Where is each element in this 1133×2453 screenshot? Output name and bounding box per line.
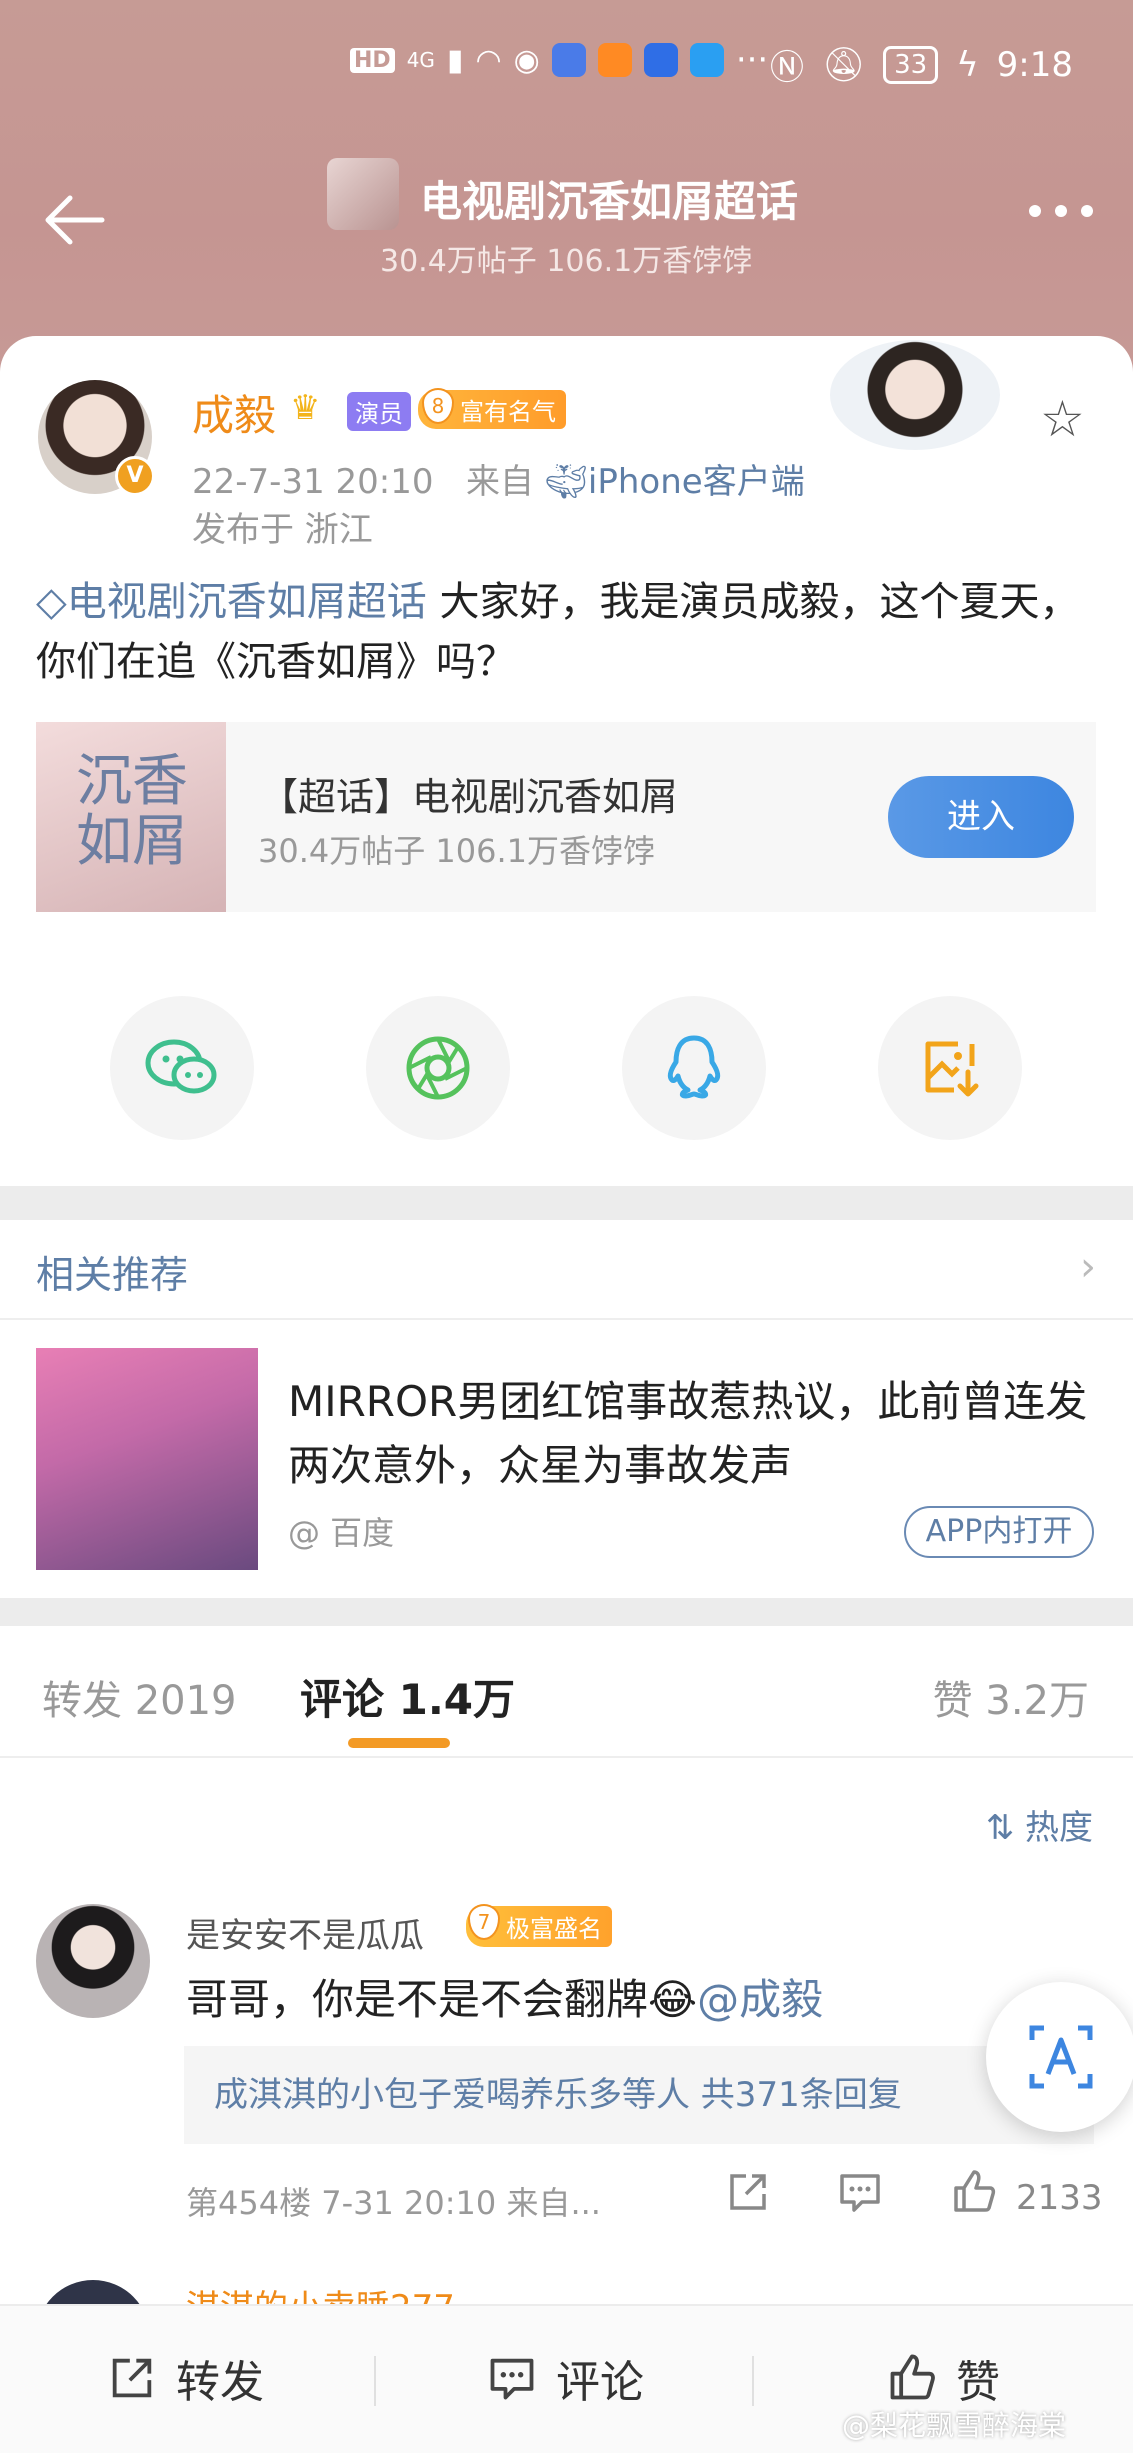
more-status-icon: ··· (735, 40, 769, 80)
like-icon[interactable] (950, 2168, 998, 2216)
back-arrow-icon[interactable] (40, 190, 110, 250)
like-label: 赞 (956, 2357, 1000, 2408)
embed-stats: 30.4万帖子 106.1万香饽饽 (258, 832, 656, 870)
wifi-icon: ◠ (475, 42, 502, 78)
divider (0, 1318, 1133, 1320)
translate-icon (1029, 2025, 1093, 2089)
share-qq-button[interactable] (622, 996, 766, 1140)
topic-thumbnail (327, 158, 399, 230)
crown-icon: ♛ (290, 388, 321, 428)
topic-link[interactable]: 电视剧沉香如屑超话 (67, 579, 427, 625)
wechat-status-icon: ◉ (513, 42, 540, 78)
reply-icon[interactable] (836, 2168, 884, 2216)
divider (752, 2356, 754, 2406)
mute-icon: 🔕︎ (821, 44, 866, 85)
mention-link[interactable]: @成毅 (697, 1975, 823, 2024)
open-in-app-button[interactable]: APP内打开 (904, 1506, 1094, 1558)
embed-title: 【超话】电视剧沉香如屑 (260, 775, 679, 819)
video-app-icon (597, 43, 632, 77)
commenter-avatar[interactable] (36, 1904, 150, 2018)
wechat-icon (145, 1039, 217, 1094)
comment-meta: 第454楼 7-31 20:10 来自... (186, 2184, 601, 2222)
save-image-button[interactable] (878, 996, 1022, 1140)
battery-icon: 33 (883, 45, 939, 84)
divider (0, 1756, 1133, 1758)
favorite-star-icon[interactable]: ☆ (1040, 390, 1085, 448)
tips-app-icon (643, 43, 678, 77)
save-image-icon (925, 1041, 979, 1097)
section-divider (0, 1598, 1133, 1626)
tab-forwards[interactable]: 转发 2019 (42, 1668, 237, 1726)
charging-icon: ϟ (956, 44, 979, 85)
supertopic-thumbnail[interactable]: 沉香如屑 (36, 722, 226, 912)
enter-button[interactable]: 进入 (888, 776, 1074, 858)
nfc-icon: Ⓝ (769, 48, 804, 88)
search-app-icon (689, 43, 724, 77)
share-wechat-button[interactable] (110, 996, 254, 1140)
post-source[interactable]: iPhone客户端 (588, 462, 805, 502)
verified-icon: V (115, 456, 155, 496)
hd-indicator: HD (350, 47, 395, 73)
comment-label: 评论 (556, 2357, 644, 2408)
comment-like-count: 2133 (1016, 2178, 1103, 2218)
tab-comments[interactable]: 评论 1.4万 (300, 1666, 515, 1727)
music-app-icon (551, 43, 586, 77)
badge-level: 7 (468, 1904, 500, 1940)
sort-icon: ⇅ (985, 1808, 1025, 1848)
replies-preview[interactable]: 成淇淇的小包子爱喝养乐多等人 共371条回复 (184, 2046, 1094, 2144)
network-indicator: 4G (406, 48, 435, 72)
whale-icon: 🐳︎ (544, 462, 588, 502)
commenter-name[interactable]: 是安安不是瓜瓜 (186, 1908, 424, 1957)
status-bar: HD 4G ▮ ◠ ◉ ··· Ⓝ 🔕︎ 33 ϟ 9:18 (0, 30, 1133, 100)
fame-level: 8 (422, 388, 454, 424)
more-options-icon[interactable] (1029, 205, 1093, 217)
page-title: 电视剧沉香如屑超话 (420, 177, 799, 226)
sort-button[interactable]: ⇅ 热度 (986, 1800, 1093, 1849)
comment-icon (490, 2358, 534, 2400)
translate-float-button[interactable] (986, 1982, 1133, 2132)
forward-button[interactable]: 转发 (106, 2346, 264, 2410)
related-source: @ 百度 (288, 1514, 395, 1552)
moments-icon (406, 1036, 470, 1100)
comment-button[interactable]: 评论 (486, 2346, 644, 2410)
fame-badge[interactable]: 8 富有名气 (418, 388, 566, 429)
share-moments-button[interactable] (366, 996, 510, 1140)
related-thumbnail[interactable] (36, 1348, 258, 1570)
related-title[interactable]: MIRROR男团红馆事故惹热议，此前曾连发两次意外，众星为事故发声 (288, 1370, 1088, 1498)
watermark: @梨花飘雪醉海棠 (842, 2409, 1067, 2442)
forward-icon (112, 2358, 152, 2398)
diamond-icon: ◇ (36, 579, 67, 625)
clock: 9:18 (996, 44, 1073, 85)
chevron-right-icon[interactable]: › (1080, 1244, 1096, 1290)
forward-icon[interactable] (724, 2168, 772, 2216)
divider (374, 2356, 376, 2406)
post-location: 发布于 浙江 (192, 510, 373, 550)
badge-label: 极富盛名 (506, 1915, 602, 1943)
signal-icon: ▮ (446, 42, 464, 78)
tab-likes[interactable]: 赞 3.2万 (933, 1668, 1089, 1726)
author-name[interactable]: 成毅 (192, 382, 276, 443)
comment-body: 哥哥，你是不是不会翻牌😂 (186, 1975, 698, 2024)
forward-label: 转发 (176, 2357, 264, 2408)
commenter-badge[interactable]: 7 极富盛名 (466, 1904, 612, 1947)
section-divider (0, 1186, 1133, 1220)
post-meta: 22-7-31 20:10 来自 🐳︎iPhone客户端 (192, 454, 805, 503)
active-tab-indicator (348, 1738, 450, 1748)
post-date: 22-7-31 20:10 (192, 462, 434, 502)
fame-label: 富有名气 (460, 398, 556, 426)
thumbnail-calligraphy: 沉香如屑 (76, 749, 188, 874)
sort-label: 热度 (1025, 1808, 1093, 1848)
like-icon (890, 2354, 935, 2400)
qq-icon (667, 1035, 721, 1099)
actor-tag: 演员 (347, 392, 411, 431)
related-heading[interactable]: 相关推荐 (36, 1244, 188, 1299)
card-decoration (830, 340, 1000, 450)
comment-text: 哥哥，你是不是不会翻牌😂@成毅 (186, 1966, 823, 2027)
post-body: ◇电视剧沉香如屑超话 大家好，我是演员成毅，这个夏天，你们在追《沉香如屑》吗？ (36, 572, 1106, 692)
like-button[interactable]: 赞 (886, 2346, 1000, 2410)
topic-stats: 30.4万帖子 106.1万香饽饽 (380, 244, 753, 279)
from-prefix: 来自 (465, 462, 534, 502)
